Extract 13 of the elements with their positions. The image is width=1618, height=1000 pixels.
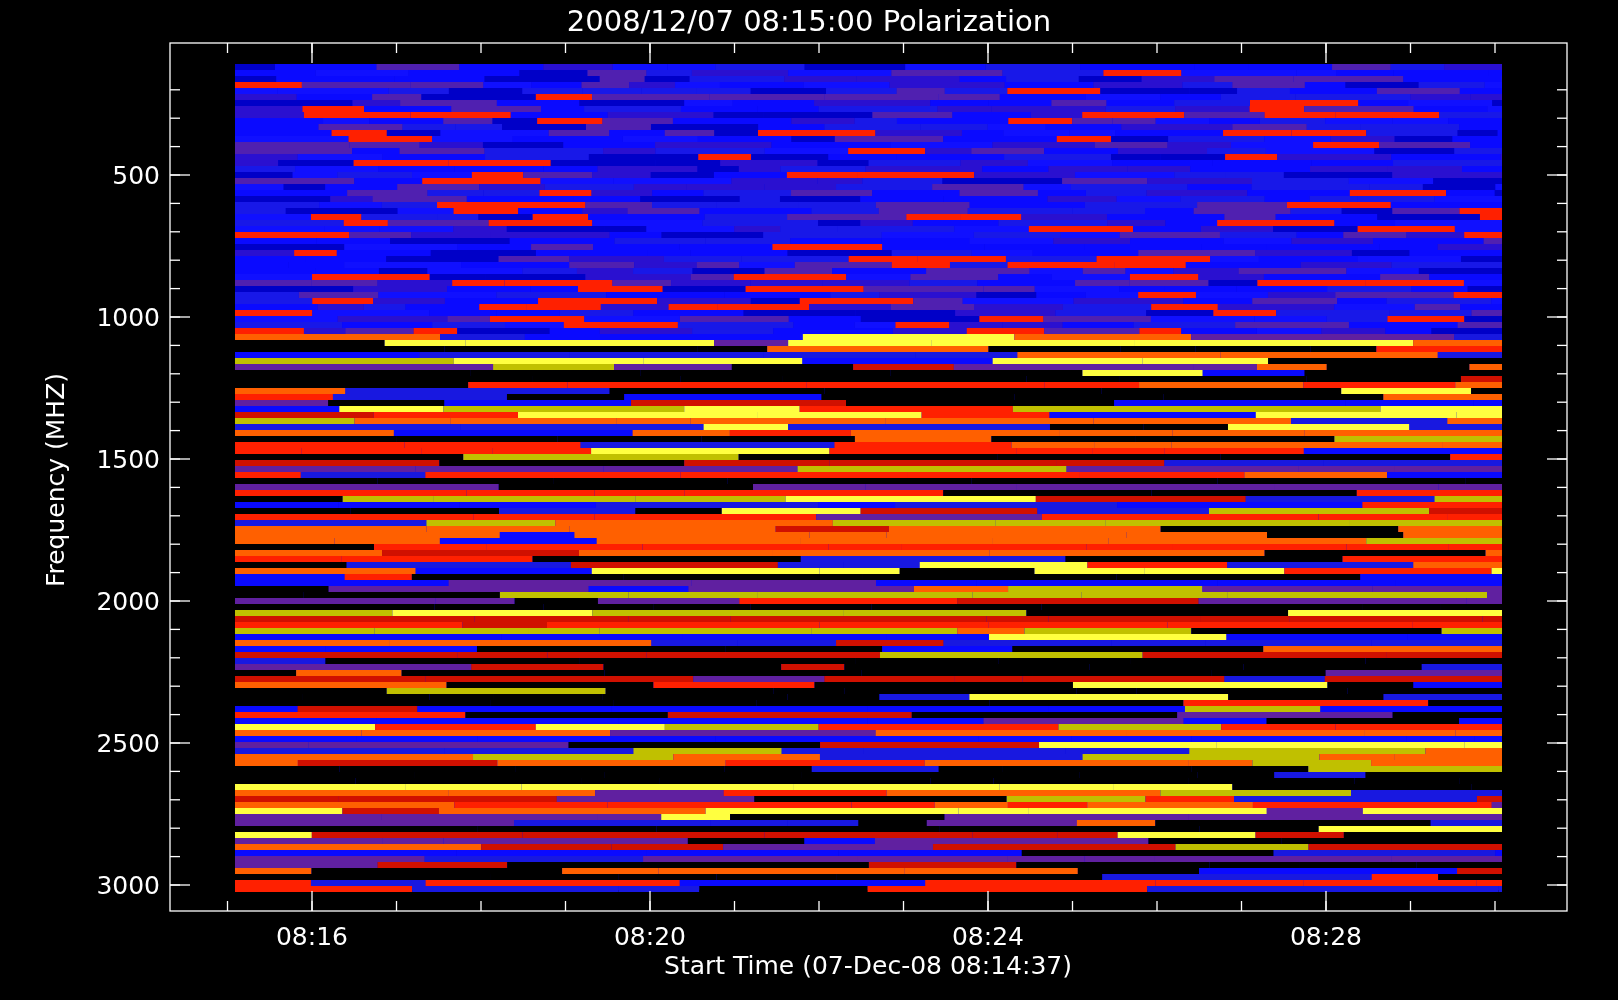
y-tick-label: 3000 (96, 871, 160, 900)
x-tick-label: 08:28 (1290, 922, 1362, 951)
y-tick-label: 500 (112, 161, 160, 190)
x-tick-label: 08:24 (952, 922, 1024, 951)
y-tick-label: 1000 (96, 303, 160, 332)
y-tick-label: 2500 (96, 729, 160, 758)
x-axis-label: Start Time (07-Dec-08 08:14:37) (664, 951, 1072, 980)
x-tick-label: 08:20 (614, 922, 686, 951)
y-tick-label: 2000 (96, 587, 160, 616)
x-tick-label: 08:16 (276, 922, 348, 951)
y-tick-label: 1500 (96, 445, 160, 474)
chart-title: 2008/12/07 08:15:00 Polarization (566, 4, 1052, 38)
y-axis-label: Frequency (MHZ) (41, 372, 70, 588)
